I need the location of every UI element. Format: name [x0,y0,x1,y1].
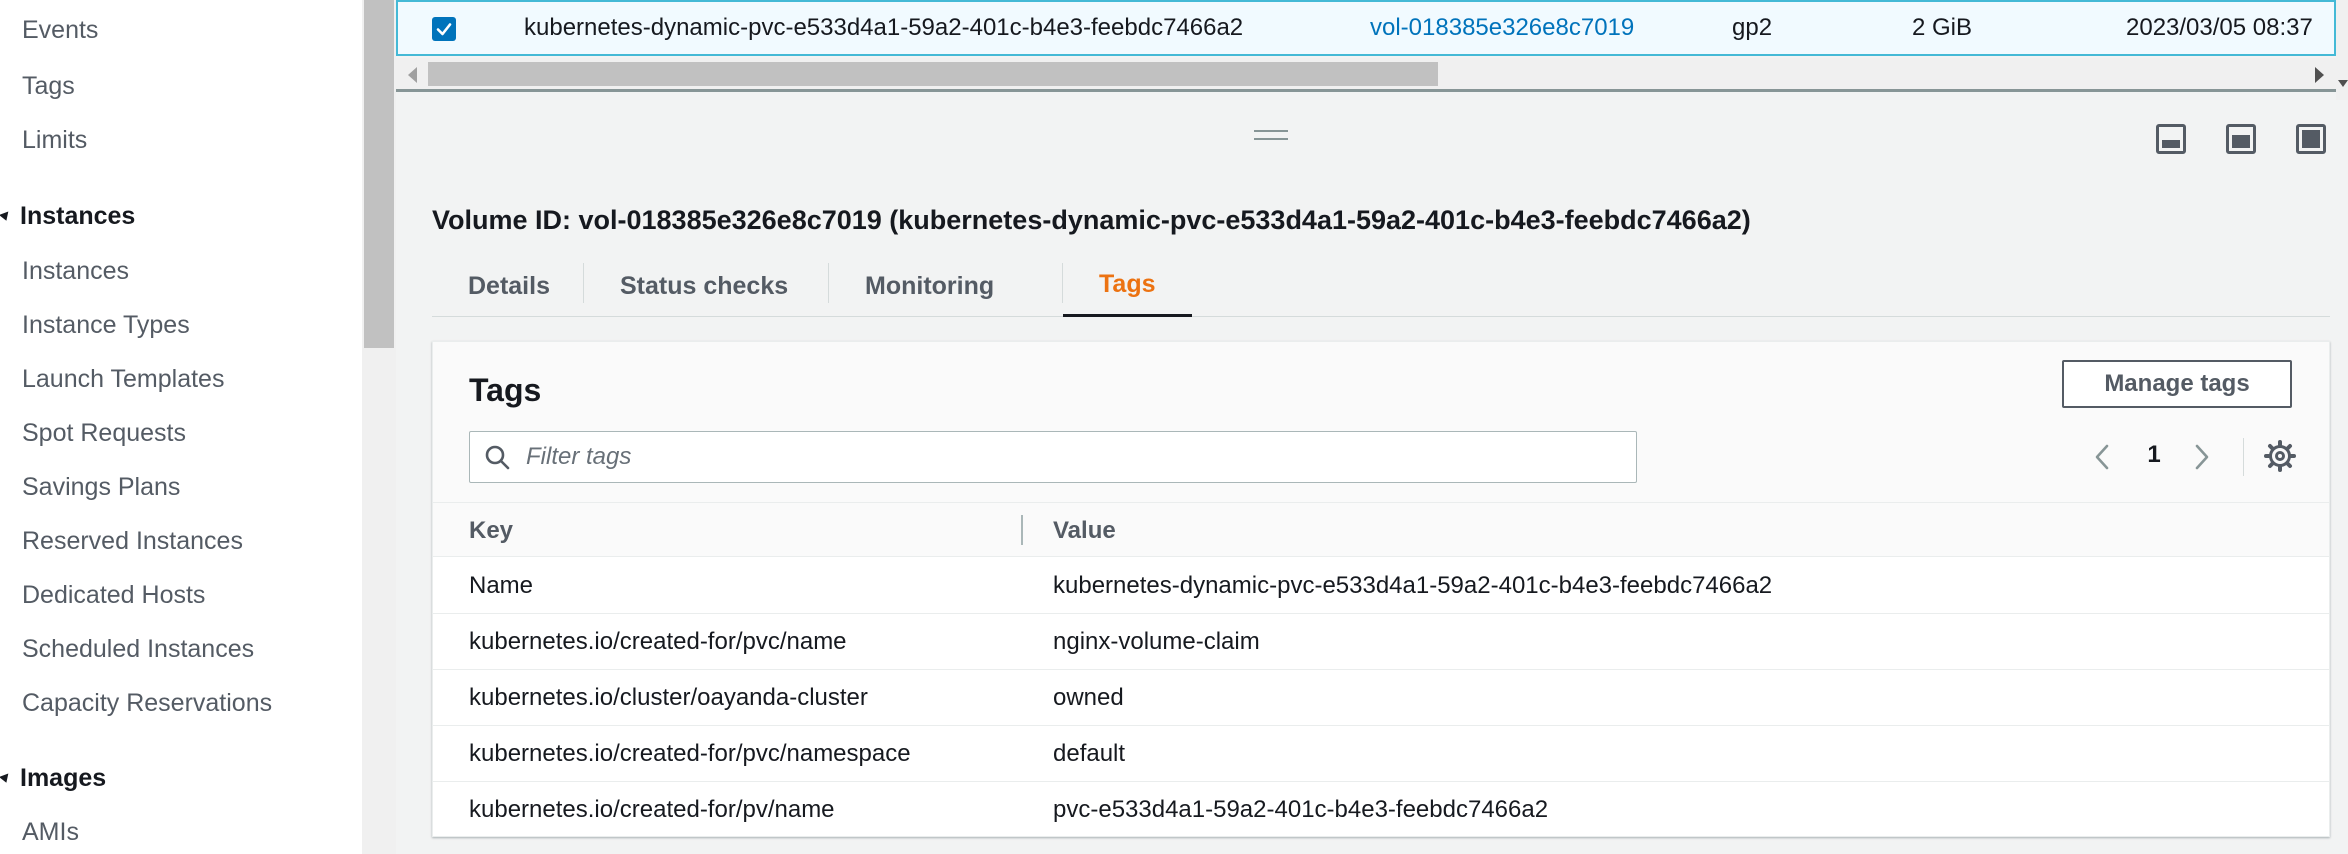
sidebar-item-scheduled-instances[interactable]: Scheduled Instances [22,635,254,664]
scroll-right-icon[interactable] [2315,67,2324,83]
row-volume-id-link[interactable]: vol-018385e326e8c7019 [1370,14,1634,42]
details-tabs: Details Status checks Monitoring Tags [432,255,2330,317]
tag-key: Name [469,572,534,599]
pager-divider [2243,438,2244,476]
table-row: kubernetes.io/created-for/pvc/namespace … [433,726,2329,782]
table-header: Key Value [433,502,2329,557]
sidebar-item-instances[interactable]: Instances [22,257,129,286]
tag-key: kubernetes.io/cluster/oayanda-cluster [469,684,868,711]
panel-side-icon[interactable] [2226,124,2256,154]
checkbox-checked-icon[interactable] [432,17,456,41]
sidebar-section-label: Instances [20,202,136,230]
sidebar: Events Tags Limits Instances Instances I… [0,0,362,854]
sidebar-section-instances[interactable]: Instances [0,202,135,231]
page-number[interactable]: 1 [2139,441,2169,469]
tag-key: kubernetes.io/created-for/pvc/name [469,628,847,655]
table-row: kubernetes.io/created-for/pvc/name nginx… [433,614,2329,670]
row-size: 2 GiB [1912,14,1973,41]
sidebar-item-launch-templates[interactable]: Launch Templates [22,365,224,394]
sidebar-section-label: Images [20,764,107,792]
tab-details[interactable]: Details [432,255,586,317]
manage-tags-button[interactable]: Manage tags [2062,360,2292,408]
column-header-key[interactable]: Key [469,517,513,545]
scroll-left-icon[interactable] [408,67,417,83]
sidebar-item-events[interactable]: Events [22,16,98,45]
sidebar-item-instance-types[interactable]: Instance Types [22,311,190,340]
row-volume-type: gp2 [1732,14,1773,41]
sidebar-item-limits[interactable]: Limits [22,126,87,155]
drag-handle-icon[interactable] [1254,130,1288,140]
filter-tags-box[interactable] [469,431,1637,483]
column-header-value[interactable]: Value [1053,517,1116,545]
tags-panel: Tags Manage tags 1 [432,341,2330,837]
panel-full-icon[interactable] [2296,124,2326,154]
tab-monitoring[interactable]: Monitoring [829,255,1030,317]
tab-status-checks[interactable]: Status checks [584,255,824,317]
gear-icon[interactable] [2263,439,2297,473]
sidebar-item-spot-requests[interactable]: Spot Requests [22,419,186,448]
chevron-left-icon[interactable] [2089,442,2115,472]
scroll-down-icon[interactable] [2338,80,2348,87]
volume-details-title: Volume ID: vol-018385e326e8c7019 (kubern… [432,205,1751,235]
caret-down-icon [0,211,12,222]
table-row: kubernetes.io/created-for/pv/name pvc-e5… [433,782,2329,838]
sidebar-section-images[interactable]: Images [0,764,106,793]
tag-value: owned [1053,684,1124,711]
tag-value: nginx-volume-claim [1053,628,1260,655]
filter-tags-input[interactable] [526,432,1626,482]
caret-down-icon [0,773,12,784]
tab-tags[interactable]: Tags [1063,255,1192,317]
sidebar-item-dedicated-hosts[interactable]: Dedicated Hosts [22,581,205,610]
row-created: 2023/03/05 08:37 [2126,14,2313,41]
tag-key: kubernetes.io/created-for/pvc/namespace [469,740,911,767]
panel-bottom-icon[interactable] [2156,124,2186,154]
table-row: Name kubernetes-dynamic-pvc-e533d4a1-59a… [433,558,2329,614]
sidebar-item-amis[interactable]: AMIs [22,818,79,847]
tag-value: pvc-e533d4a1-59a2-401c-b4e3-feebdc7466a2 [1053,796,1549,823]
tag-value: kubernetes-dynamic-pvc-e533d4a1-59a2-401… [1053,572,1773,599]
sidebar-item-savings-plans[interactable]: Savings Plans [22,473,180,502]
sidebar-item-capacity-reservations[interactable]: Capacity Reservations [22,689,272,718]
tags-heading: Tags [469,372,542,408]
main-content: kubernetes-dynamic-pvc-e533d4a1-59a2-401… [396,0,2348,854]
horizontal-scroll-thumb[interactable] [428,62,1438,86]
sidebar-item-reserved-instances[interactable]: Reserved Instances [22,527,243,556]
sidebar-item-tags[interactable]: Tags [22,72,75,101]
table-row-selected[interactable]: kubernetes-dynamic-pvc-e533d4a1-59a2-401… [396,0,2336,56]
tag-value: default [1053,740,1126,767]
tag-key: kubernetes.io/created-for/pv/name [469,796,835,823]
chevron-right-icon[interactable] [2189,442,2215,472]
horizontal-scrollbar[interactable] [396,58,2336,92]
table-row: kubernetes.io/cluster/oayanda-cluster ow… [433,670,2329,726]
search-icon [485,445,510,470]
column-resize-handle[interactable] [1021,515,1023,545]
sidebar-scroll-thumb[interactable] [364,0,394,348]
row-name: kubernetes-dynamic-pvc-e533d4a1-59a2-401… [524,14,1244,41]
